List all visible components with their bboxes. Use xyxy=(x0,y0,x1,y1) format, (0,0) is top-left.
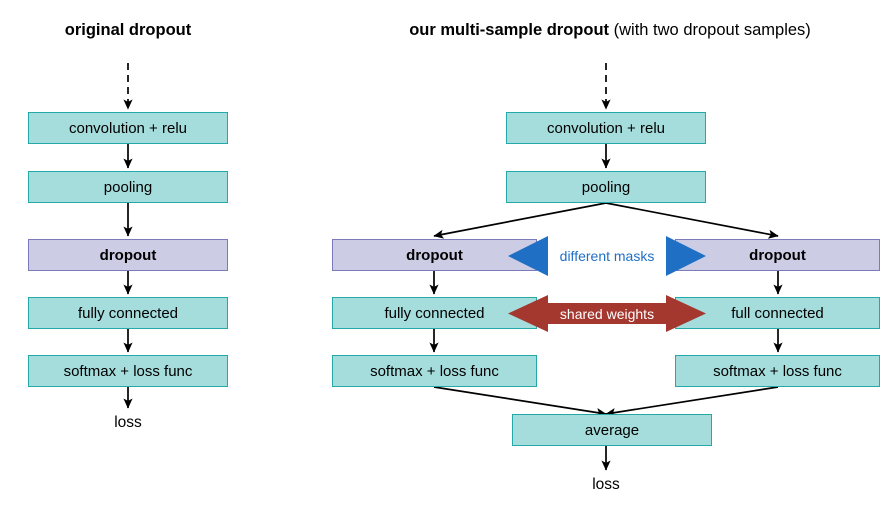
node-right-convolution-relu[interactable]: convolution + relu xyxy=(506,112,706,144)
right-panel-title: our multi-sample dropout (with two dropo… xyxy=(330,22,890,39)
diagram-canvas: original dropout convolution + relu pool… xyxy=(0,0,892,520)
node-label: fully connected xyxy=(384,304,485,322)
node-left-convolution-relu[interactable]: convolution + relu xyxy=(28,112,228,144)
left-panel-title: original dropout xyxy=(0,22,256,39)
right-output-loss-label: loss xyxy=(592,476,620,493)
node-label: convolution + relu xyxy=(547,119,665,137)
node-left-dropout[interactable]: dropout xyxy=(28,239,228,271)
node-left-softmax-loss-func[interactable]: softmax + loss func xyxy=(28,355,228,387)
relation-label: shared weights xyxy=(559,305,655,322)
edge-softmax-right-to-average xyxy=(605,386,779,418)
node-label: softmax + loss func xyxy=(713,362,842,380)
node-label: dropout xyxy=(99,246,157,264)
node-label: fully connected xyxy=(77,304,179,322)
node-right-pooling[interactable]: pooling xyxy=(506,171,706,203)
node-right-average[interactable]: average xyxy=(512,414,712,446)
node-right-dropout-left[interactable]: dropout xyxy=(332,239,537,271)
node-right-softmax-loss-func-right[interactable]: softmax + loss func xyxy=(675,355,880,387)
node-label: softmax + loss func xyxy=(370,362,499,380)
left-panel-title-bold: original dropout xyxy=(64,21,192,39)
edge-pool-to-dropout-right xyxy=(605,202,779,239)
node-label: pooling xyxy=(103,178,153,196)
node-label: convolution + relu xyxy=(69,119,187,137)
relation-label: different masks xyxy=(559,248,655,264)
node-label: dropout xyxy=(406,246,463,264)
node-label: full connected xyxy=(731,304,824,322)
edge-pool-to-dropout-left xyxy=(433,202,607,239)
node-label: average xyxy=(584,421,640,439)
node-right-fully-connected-left[interactable]: fully connected xyxy=(332,297,537,329)
edge-softmax-left-to-average xyxy=(433,386,607,418)
relation-shared-weights[interactable]: shared weights xyxy=(508,295,706,332)
node-left-fully-connected[interactable]: fully connected xyxy=(28,297,228,329)
left-output-loss-label: loss xyxy=(114,414,142,431)
node-left-pooling[interactable]: pooling xyxy=(28,171,228,203)
node-label: dropout xyxy=(749,246,806,264)
relation-different-masks[interactable]: different masks xyxy=(508,236,706,276)
node-right-softmax-loss-func-left[interactable]: softmax + loss func xyxy=(332,355,537,387)
node-label: pooling xyxy=(581,178,631,196)
right-panel-title-bold: our multi-sample dropout xyxy=(409,21,610,39)
right-panel-title-rest: (with two dropout samples) xyxy=(609,21,811,39)
node-label: softmax + loss func xyxy=(63,362,193,380)
